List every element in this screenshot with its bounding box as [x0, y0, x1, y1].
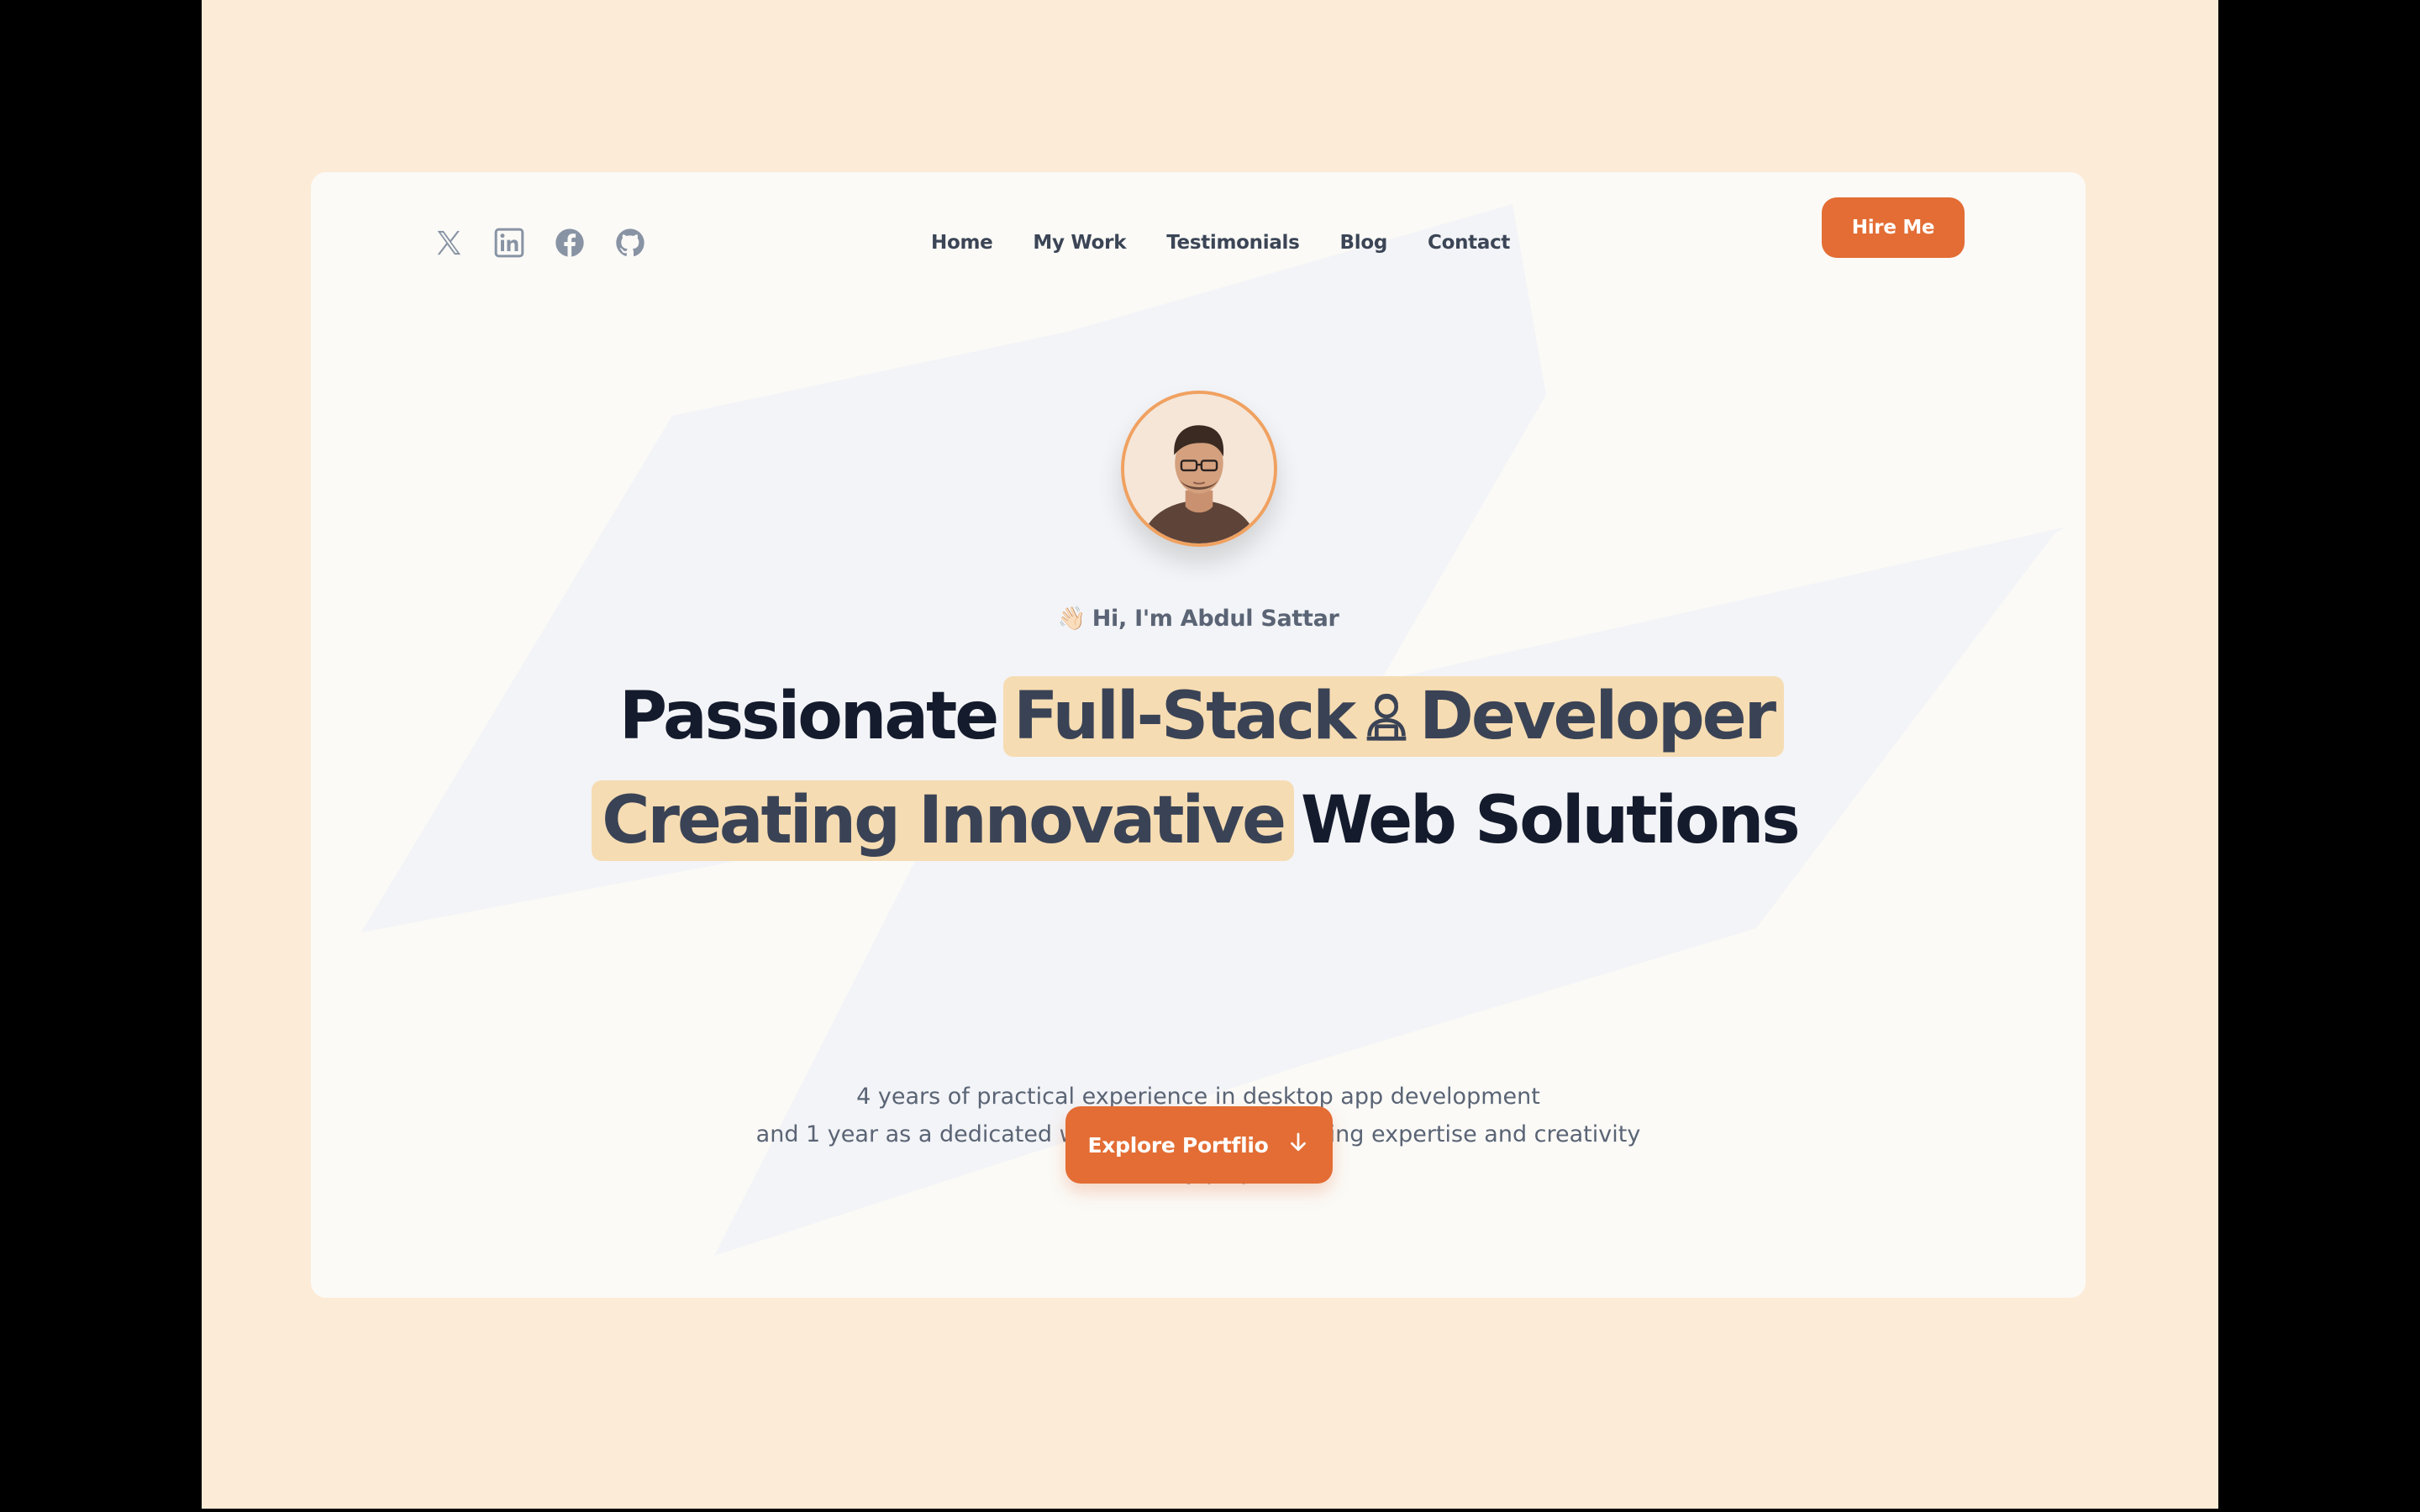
headline-line-2: Creating Innovative Web Solutions [311, 779, 2086, 863]
greeting: 👋🏻 Hi, I'm Abdul Sattar [311, 605, 2086, 632]
arrow-down-icon [1286, 1130, 1311, 1160]
wave-icon: 👋🏻 [1057, 606, 1086, 632]
x-icon[interactable] [432, 226, 466, 260]
headline-line-1: Passionate Full-Stack Developer [311, 675, 2086, 759]
nav-home[interactable]: Home [931, 232, 993, 254]
headline-highlight-innovative: Creating Innovative [592, 780, 1294, 861]
github-icon[interactable] [613, 226, 647, 260]
headline-web-solutions: Web Solutions [1300, 783, 1801, 858]
nav-my-work[interactable]: My Work [1033, 232, 1126, 254]
headline-word-fullstack: Full-Stack [1013, 679, 1356, 754]
greeting-text: Hi, I'm Abdul Sattar [1092, 606, 1339, 632]
facebook-icon[interactable] [553, 226, 587, 260]
hire-me-button[interactable]: Hire Me [1822, 197, 1965, 258]
nav-blog[interactable]: Blog [1340, 232, 1388, 254]
headline-highlight-fullstack: Full-Stack Developer [1003, 676, 1785, 757]
hero-card: Home My Work Testimonials Blog Contact H… [311, 172, 2086, 1298]
nav-contact[interactable]: Contact [1428, 232, 1510, 254]
social-links [432, 226, 647, 260]
avatar [1121, 391, 1277, 547]
nav-testimonials[interactable]: Testimonials [1166, 232, 1300, 254]
main-nav: Home My Work Testimonials Blog Contact [931, 218, 1510, 268]
linkedin-icon[interactable] [492, 226, 526, 260]
headline-word-passionate: Passionate [618, 679, 999, 754]
page-viewport: Home My Work Testimonials Blog Contact H… [202, 0, 2218, 1509]
explore-portfolio-label: Explore Portflio [1087, 1132, 1269, 1158]
headline-word-developer: Developer [1419, 679, 1776, 754]
developer-icon [1357, 687, 1416, 746]
explore-portfolio-button[interactable]: Explore Portflio [1065, 1106, 1333, 1184]
